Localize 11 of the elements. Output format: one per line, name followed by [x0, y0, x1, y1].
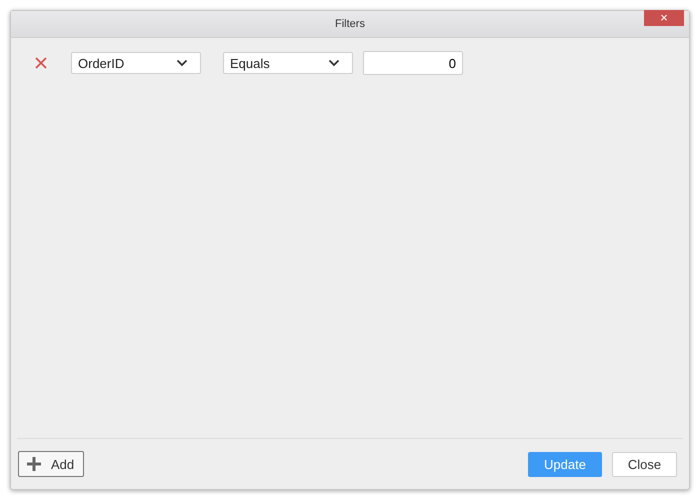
- add-button[interactable]: Add: [18, 451, 84, 477]
- field-dropdown[interactable]: OrderID: [71, 52, 201, 74]
- chevron-down-icon: [176, 59, 188, 67]
- value-field[interactable]: 0: [363, 51, 463, 75]
- plus-icon: [27, 457, 41, 471]
- close-button[interactable]: ×: [644, 10, 684, 26]
- window-title: Filters: [335, 18, 365, 30]
- chevron-down-icon: [328, 59, 340, 67]
- close-dialog-button[interactable]: Close: [612, 452, 677, 476]
- operator-dropdown[interactable]: Equals: [223, 52, 353, 74]
- remove-icon[interactable]: [35, 57, 47, 69]
